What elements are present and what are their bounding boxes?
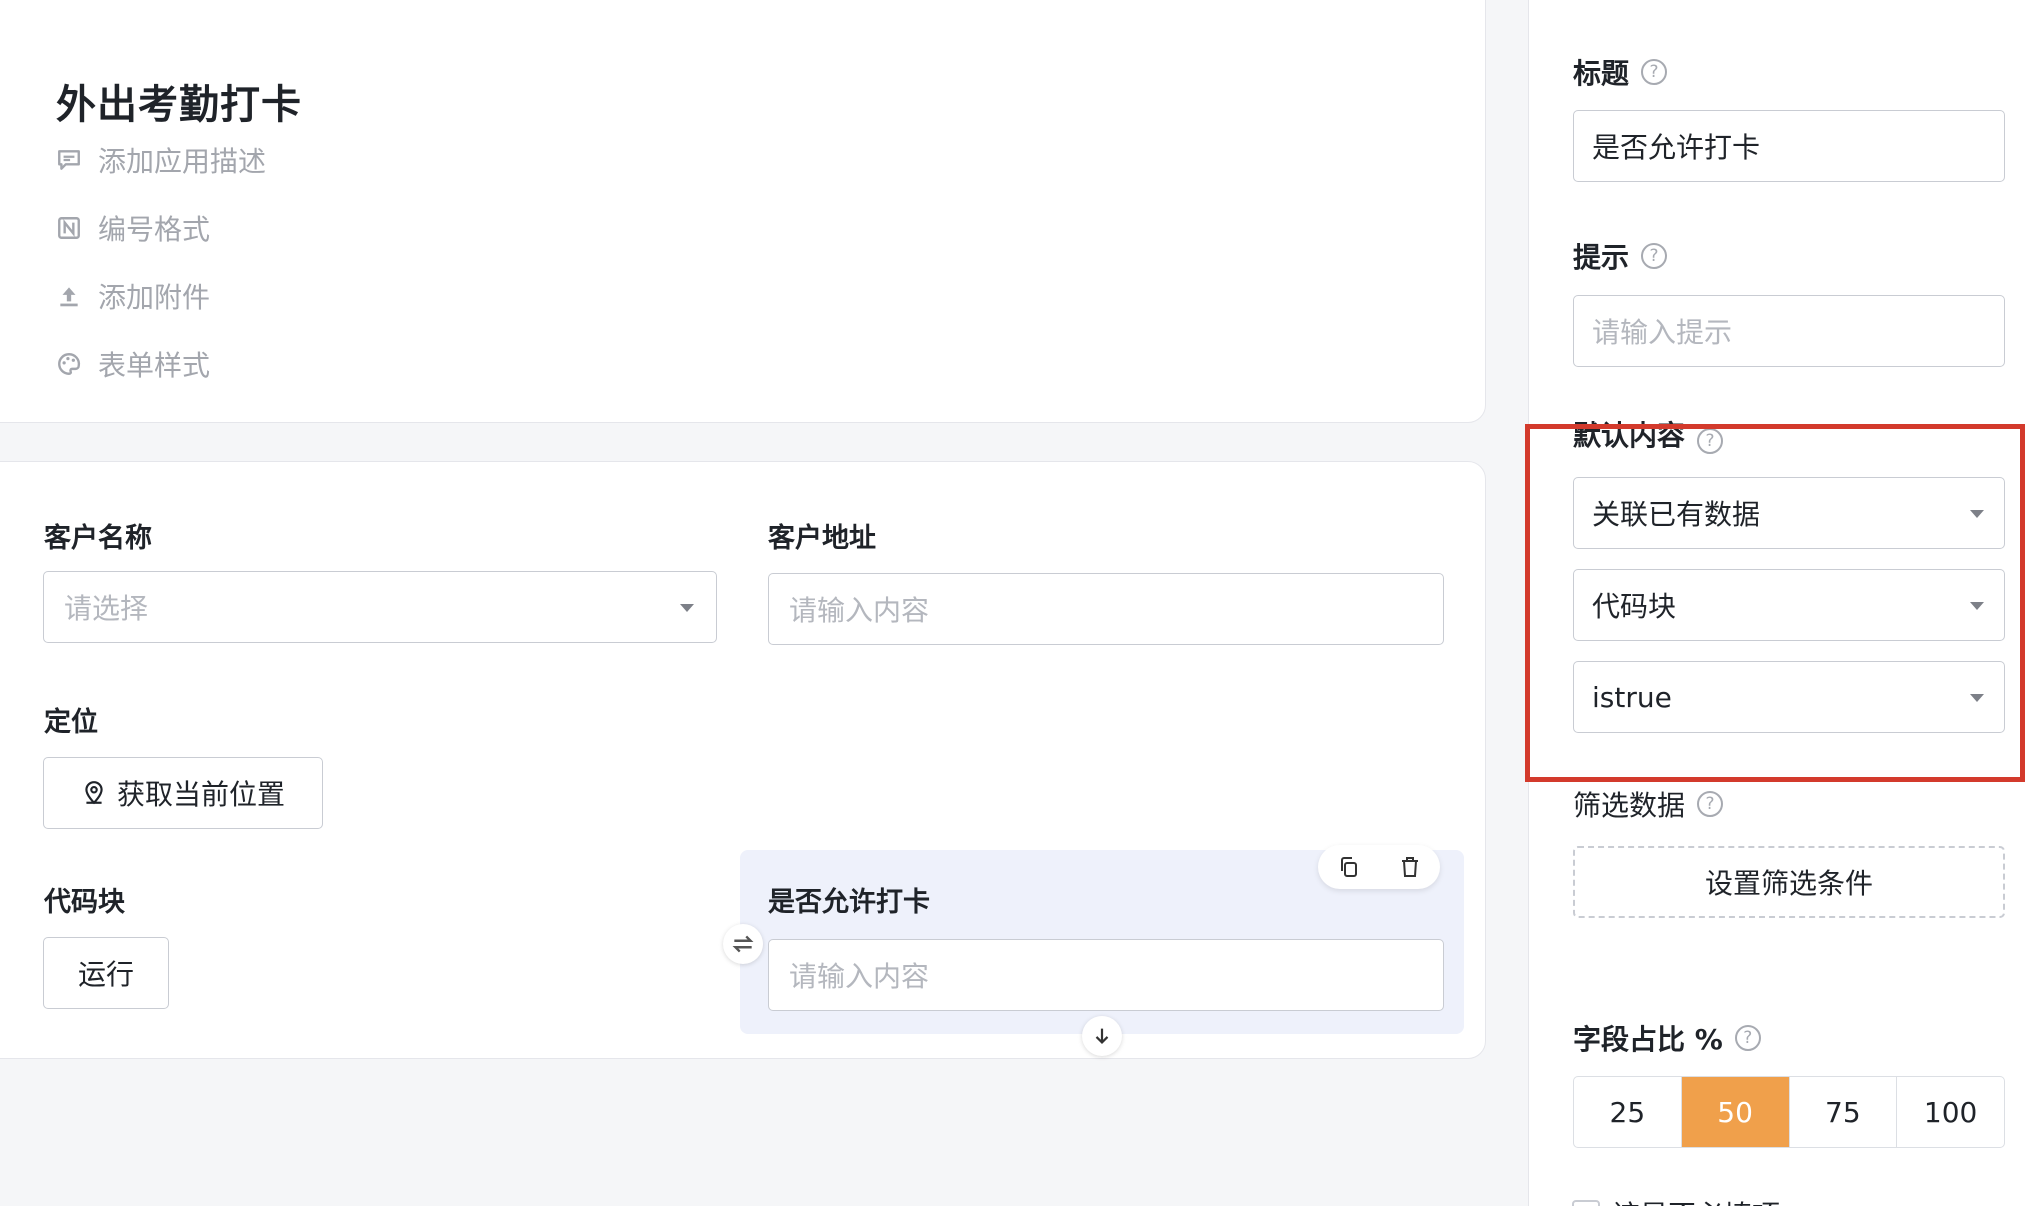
title-prop-label: 标题 ? <box>1573 52 1668 92</box>
swap-icon[interactable] <box>723 924 763 964</box>
hint-prop-text: 提示 <box>1573 241 1630 274</box>
help-icon[interactable]: ? <box>1641 59 1668 85</box>
customer-name-placeholder: 请选择 <box>64 592 149 625</box>
title-prop-text: 标题 <box>1573 57 1630 90</box>
hint-prop-label: 提示 ? <box>1573 236 1668 276</box>
add-attachment-link[interactable]: 添加附件 <box>56 276 210 316</box>
width-ratio-segmented: 25 50 75 100 <box>1573 1076 2005 1148</box>
get-location-button[interactable]: 获取当前位置 <box>43 757 323 829</box>
required-checkbox-row[interactable]: 该是否必填项 <box>1572 1194 1780 1206</box>
run-label: 运行 <box>77 958 134 991</box>
palette-icon <box>56 351 82 377</box>
title-prop-input[interactable]: 是否允许打卡 <box>1573 110 2005 182</box>
location-label: 定位 <box>44 707 98 738</box>
comment-icon <box>56 147 82 173</box>
form-style-label: 表单样式 <box>98 349 211 382</box>
ratio-option-100[interactable]: 100 <box>1897 1077 2004 1147</box>
filter-data-label: 筛选数据 ? <box>1573 784 1724 824</box>
title-prop-value: 是否允许打卡 <box>1592 131 1761 164</box>
location-pin-icon <box>81 780 107 806</box>
app-header-card <box>0 0 1486 423</box>
help-icon[interactable]: ? <box>1734 1025 1761 1051</box>
allow-checkin-placeholder: 请输入内容 <box>789 960 930 993</box>
width-ratio-text: 字段占比 % <box>1573 1023 1723 1056</box>
customer-name-select[interactable]: 请选择 <box>43 571 717 643</box>
upload-icon <box>56 283 82 309</box>
required-checkbox-label: 该是否必填项 <box>1612 1194 1780 1206</box>
filter-data-text: 筛选数据 <box>1573 789 1686 822</box>
ratio-option-25[interactable]: 25 <box>1574 1077 1682 1147</box>
checkbox[interactable] <box>1572 1200 1600 1206</box>
customer-address-label: 客户地址 <box>768 523 876 554</box>
set-filter-button[interactable]: 设置筛选条件 <box>1573 846 2005 918</box>
annotation-highlight-box <box>1525 424 2025 782</box>
run-button[interactable]: 运行 <box>43 937 169 1009</box>
customer-address-placeholder: 请输入内容 <box>789 594 930 627</box>
app-title[interactable]: 外出考勤打卡 <box>56 72 302 130</box>
form-style-link[interactable]: 表单样式 <box>56 344 210 384</box>
copy-icon[interactable] <box>1335 853 1363 881</box>
delete-icon[interactable] <box>1396 853 1424 881</box>
add-description-label: 添加应用描述 <box>98 145 267 178</box>
add-attachment-label: 添加附件 <box>98 281 211 314</box>
allow-checkin-input[interactable]: 请输入内容 <box>768 939 1444 1011</box>
numbering-format-link[interactable]: 编号格式 <box>56 208 210 248</box>
get-location-label: 获取当前位置 <box>116 778 285 811</box>
ratio-option-75[interactable]: 75 <box>1790 1077 1898 1147</box>
chevron-down-icon <box>680 604 694 612</box>
width-ratio-label: 字段占比 % ? <box>1573 1018 1761 1058</box>
numbering-icon <box>56 215 82 241</box>
add-description-link[interactable]: 添加应用描述 <box>56 140 266 180</box>
allow-checkin-label: 是否允许打卡 <box>768 887 930 918</box>
hint-prop-placeholder: 请输入提示 <box>1592 316 1733 349</box>
set-filter-label: 设置筛选条件 <box>1704 867 1873 900</box>
numbering-format-label: 编号格式 <box>98 213 211 246</box>
ratio-option-50[interactable]: 50 <box>1681 1077 1790 1147</box>
customer-address-input[interactable]: 请输入内容 <box>768 573 1444 645</box>
form-canvas: 外出考勤打卡 添加应用描述 编号格式 添加附件 表单样式 客户名称 请选择 客户… <box>0 0 1528 1206</box>
form-designer: 外出考勤打卡 添加应用描述 编号格式 添加附件 表单样式 客户名称 请选择 客户… <box>0 0 2040 1206</box>
hint-prop-input[interactable]: 请输入提示 <box>1573 295 2005 367</box>
help-icon[interactable]: ? <box>1641 243 1668 269</box>
code-block-label: 代码块 <box>44 887 125 918</box>
arrow-down-icon[interactable] <box>1082 1016 1122 1056</box>
help-icon[interactable]: ? <box>1697 791 1724 817</box>
field-toolbar <box>1318 845 1440 889</box>
customer-name-label: 客户名称 <box>44 523 152 554</box>
